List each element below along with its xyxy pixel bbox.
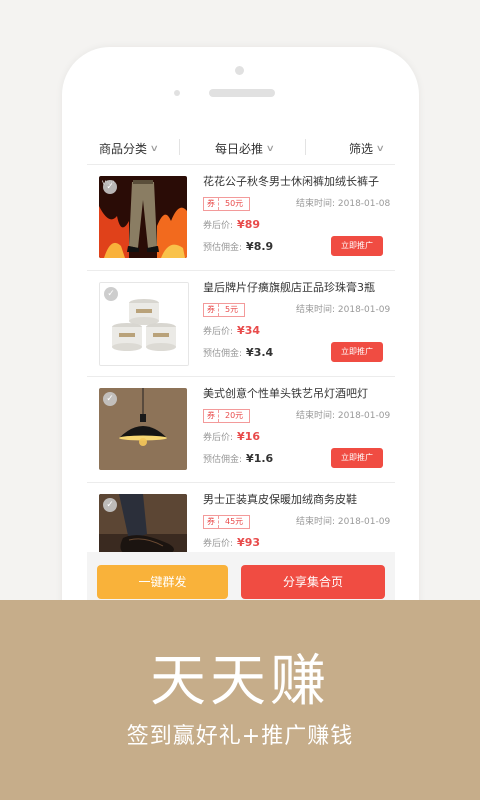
price-label: 券后价: (203, 221, 234, 231)
coupon-amount: 50元 (225, 199, 244, 208)
coupon-amount: 45元 (225, 517, 244, 526)
promo-banner: 天天赚 签到赢好礼+推广赚钱 (0, 600, 480, 800)
end-time: 结束时间: 2018-01-09 (296, 517, 391, 527)
price-value: ¥89 (237, 218, 261, 231)
commission-label: 预估佣金: (203, 243, 243, 253)
estimated-commission: 预估佣金: ¥3.4 (203, 346, 273, 359)
promote-button[interactable]: 立即推广 (331, 448, 383, 468)
coupon-badge: 券 45元 (203, 515, 251, 529)
select-check-icon[interactable]: ✓ (103, 392, 117, 406)
commission-value: ¥3.4 (246, 346, 274, 359)
price-label: 券后价: (203, 539, 234, 549)
banner-subtitle: 签到赢好礼+推广赚钱 (126, 724, 354, 749)
coupon-badge: 券 20元 (203, 409, 251, 423)
coupon-tag: 券 (204, 198, 219, 210)
promote-button[interactable]: 立即推广 (331, 236, 383, 256)
price-label: 券后价: (203, 327, 234, 337)
camera-icon (235, 66, 244, 75)
product-title: 男士正装真皮保暖加绒商务皮鞋 (203, 493, 357, 506)
filter-label: 商品分类 (99, 142, 148, 156)
after-coupon-price: 券后价: ¥89 (203, 218, 260, 231)
divider (179, 139, 180, 155)
estimated-commission: 预估佣金: ¥1.6 (203, 452, 273, 465)
chevron-down-icon: ∨ (265, 143, 275, 154)
app-screen: 商品分类 ∨ 每日必推 ∨ 筛选 ∨ VNP (87, 130, 395, 600)
product-title: 皇后牌片仔癀旗舰店正品珍珠膏3瓶 (203, 281, 375, 294)
coupon-badge: 券 50元 (203, 197, 251, 211)
end-time: 结束时间: 2018-01-09 (296, 305, 391, 315)
after-coupon-price: 券后价: ¥93 (203, 536, 260, 549)
end-time: 结束时间: 2018-01-09 (296, 411, 391, 421)
filter-bar: 商品分类 ∨ 每日必推 ∨ 筛选 ∨ (87, 130, 395, 165)
product-item[interactable]: VNP ✓ 花花公子秋冬男士休闲裤加绒长裤子 券 50元 结束时间: 2018-… (87, 165, 395, 271)
end-time: 结束时间: 2018-01-08 (296, 199, 391, 209)
product-item[interactable]: ✓ 皇后牌片仔癀旗舰店正品珍珠膏3瓶 券 5元 结束时间: 2018-01-09… (87, 271, 395, 377)
speaker-grill (209, 89, 275, 97)
divider (305, 139, 306, 155)
price-value: ¥34 (237, 324, 261, 337)
price-value: ¥16 (237, 430, 261, 443)
filter-label: 每日必推 (215, 142, 264, 156)
commission-value: ¥8.9 (246, 240, 274, 253)
coupon-amount: 20元 (225, 411, 244, 420)
commission-value: ¥1.6 (246, 452, 274, 465)
product-title: 美式创意个性单头铁艺吊灯酒吧灯 (203, 387, 368, 400)
share-collection-button[interactable]: 分享集合页 (241, 565, 385, 599)
filter-category[interactable]: 商品分类 ∨ (99, 140, 159, 157)
coupon-amount: 5元 (225, 305, 239, 314)
select-check-icon[interactable]: ✓ (103, 180, 117, 194)
banner-title: 天天赚 (150, 649, 330, 714)
estimated-commission: 预估佣金: ¥8.9 (203, 240, 273, 253)
pendant-lamp-photo: ✓ (99, 388, 187, 470)
after-coupon-price: 券后价: ¥16 (203, 430, 260, 443)
filter-daily[interactable]: 每日必推 ∨ (215, 140, 275, 157)
product-title: 花花公子秋冬男士休闲裤加绒长裤子 (203, 175, 379, 188)
cream-jars-photo: ✓ (99, 282, 189, 366)
product-item[interactable]: ✓ 美式创意个性单头铁艺吊灯酒吧灯 券 20元 结束时间: 2018-01-09… (87, 377, 395, 483)
chevron-down-icon: ∨ (375, 143, 385, 154)
promote-button[interactable]: 立即推广 (331, 342, 383, 362)
price-value: ¥93 (237, 536, 261, 549)
filter-label: 筛选 (349, 142, 374, 156)
commission-label: 预估佣金: (203, 349, 243, 359)
price-label: 券后价: (203, 433, 234, 443)
mass-send-button[interactable]: 一键群发 (97, 565, 228, 599)
after-coupon-price: 券后价: ¥34 (203, 324, 260, 337)
select-check-icon[interactable]: ✓ (104, 287, 118, 301)
coupon-tag: 券 (204, 410, 219, 422)
commission-label: 预估佣金: (203, 455, 243, 465)
chevron-down-icon: ∨ (149, 143, 159, 154)
pants-photo: VNP ✓ (99, 176, 187, 258)
sensor-dot (174, 90, 180, 96)
bottom-action-bar: 一键群发 分享集合页 (87, 552, 395, 600)
coupon-tag: 券 (204, 516, 219, 528)
coupon-tag: 券 (204, 304, 219, 316)
coupon-badge: 券 5元 (203, 303, 246, 317)
filter-screen[interactable]: 筛选 ∨ (349, 140, 385, 157)
select-check-icon[interactable]: ✓ (103, 498, 117, 512)
